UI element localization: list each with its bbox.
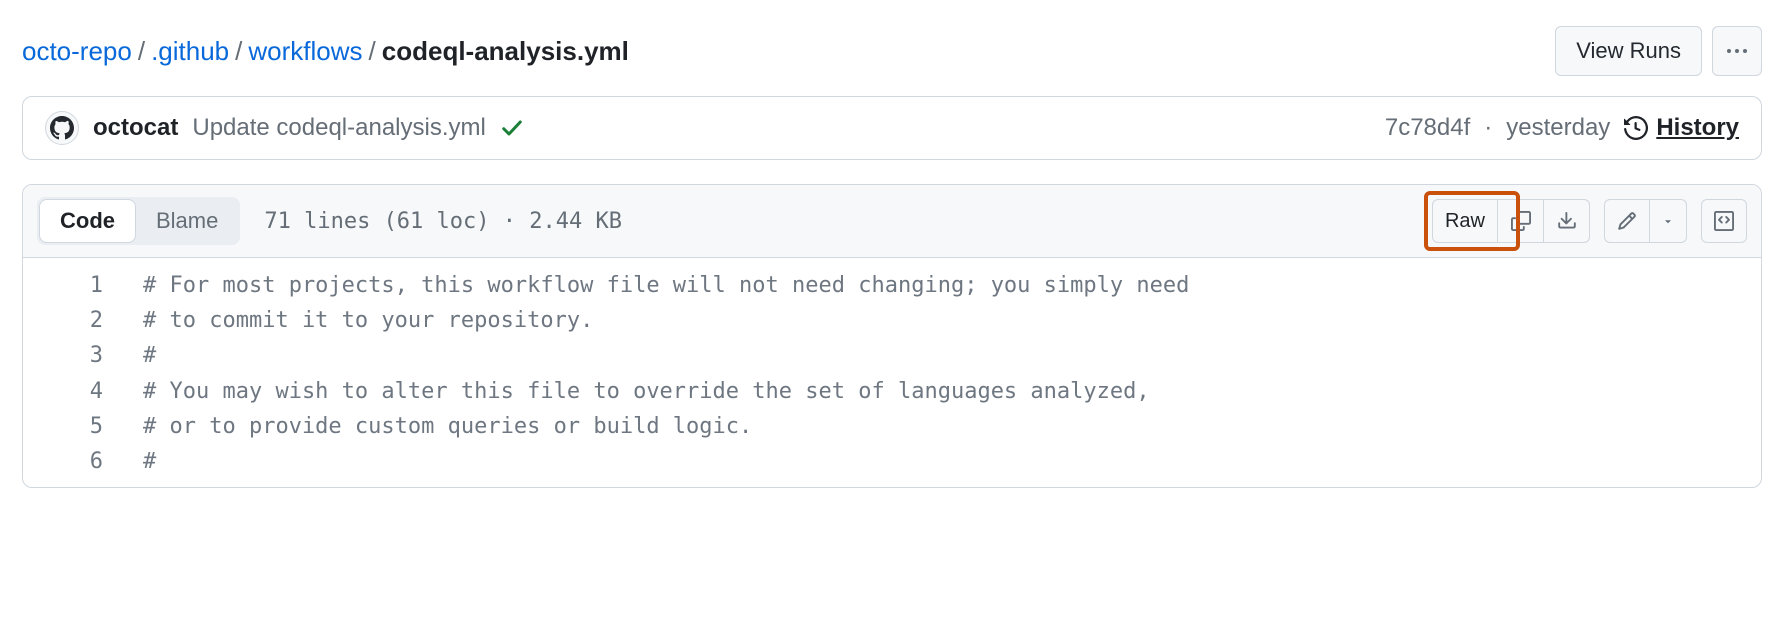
download-icon [1557,211,1577,231]
breadcrumb-repo[interactable]: octo-repo [22,36,132,67]
author-avatar[interactable] [45,111,79,145]
commit-time: yesterday [1506,114,1610,142]
history-label: History [1656,114,1739,142]
raw-button-group: Raw [1432,199,1590,243]
commit-sep: · [1484,114,1492,142]
kebab-icon [1727,49,1747,53]
check-icon[interactable] [500,116,524,140]
copy-icon [1511,211,1531,231]
commit-message[interactable]: Update codeql-analysis.yml [192,114,485,142]
code-line: 5 # or to provide custom queries or buil… [23,409,1761,444]
raw-button[interactable]: Raw [1432,199,1498,243]
view-runs-button[interactable]: View Runs [1555,26,1702,76]
history-link[interactable]: History [1624,114,1739,142]
symbols-button[interactable] [1701,199,1747,243]
file-info: 71 lines (61 loc) · 2.44 KB [264,209,622,234]
breadcrumb-sep: / [132,36,151,67]
line-text: # [143,338,156,373]
breadcrumb-workflows[interactable]: workflows [248,36,362,67]
tab-code[interactable]: Code [39,199,136,243]
breadcrumb-github[interactable]: .github [151,36,229,67]
history-icon [1624,116,1648,140]
breadcrumb-row: octo-repo / .github / workflows / codeql… [22,16,1762,96]
raw-label: Raw [1445,210,1485,233]
tab-blame[interactable]: Blame [136,200,238,242]
line-number[interactable]: 1 [23,268,143,303]
copy-button[interactable] [1498,199,1544,243]
line-number[interactable]: 5 [23,409,143,444]
code-line: 1 # For most projects, this workflow fil… [23,268,1761,303]
breadcrumb-file: codeql-analysis.yml [382,36,629,67]
line-text: # or to provide custom queries or build … [143,409,752,444]
commit-author[interactable]: octocat [93,114,178,142]
code-line: 2 # to commit it to your repository. [23,303,1761,338]
edit-button-group [1604,199,1687,243]
pencil-icon [1617,211,1637,231]
code-toolbar: Code Blame 71 lines (61 loc) · 2.44 KB R… [23,185,1761,258]
kebab-menu-button[interactable] [1712,26,1762,76]
code-line: 6 # [23,444,1761,479]
breadcrumb-sep: / [229,36,248,67]
code-content: 1 # For most projects, this workflow fil… [23,258,1761,487]
latest-commit-box: octocat Update codeql-analysis.yml 7c78d… [22,96,1762,160]
line-number[interactable]: 3 [23,338,143,373]
line-number[interactable]: 2 [23,303,143,338]
code-blame-tabs: Code Blame [37,197,240,245]
line-number[interactable]: 4 [23,374,143,409]
download-button[interactable] [1544,199,1590,243]
octocat-avatar-icon [50,116,74,140]
line-text: # to commit it to your repository. [143,303,593,338]
edit-dropdown-button[interactable] [1650,199,1687,243]
line-text: # [143,444,156,479]
breadcrumb-sep: / [363,36,382,67]
line-text: # For most projects, this workflow file … [143,268,1189,303]
breadcrumb: octo-repo / .github / workflows / codeql… [22,36,629,67]
line-number[interactable]: 6 [23,444,143,479]
code-box: Code Blame 71 lines (61 loc) · 2.44 KB R… [22,184,1762,488]
view-runs-label: View Runs [1576,38,1681,64]
code-line: 3 # [23,338,1761,373]
caret-down-icon [1662,215,1674,227]
commit-sha[interactable]: 7c78d4f [1385,114,1470,142]
edit-button[interactable] [1604,199,1650,243]
line-text: # You may wish to alter this file to ove… [143,374,1150,409]
symbols-icon [1714,211,1734,231]
code-line: 4 # You may wish to alter this file to o… [23,374,1761,409]
